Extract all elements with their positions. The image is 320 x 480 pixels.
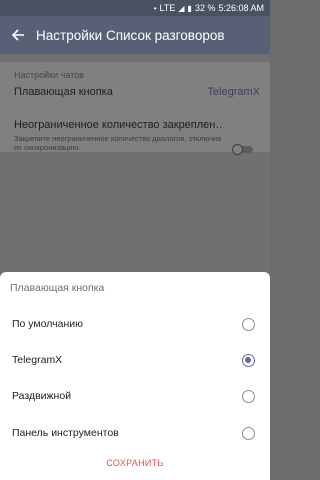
option-toolbar[interactable]: Панель инструментов xyxy=(0,418,270,448)
option-telegramx[interactable]: TelegramX xyxy=(0,345,270,375)
option-default[interactable]: По умолчанию xyxy=(0,309,270,339)
battery-level: 32 % xyxy=(194,3,216,13)
option-label: Раздвижной xyxy=(12,390,72,402)
radio-checked-icon[interactable] xyxy=(242,353,255,367)
notification-dot-icon: • xyxy=(153,3,157,13)
option-sliding[interactable]: Раздвижной xyxy=(0,381,270,411)
arrow-left-icon[interactable] xyxy=(0,16,36,54)
dialog-title: Плавающая кнопка xyxy=(10,282,105,294)
section-header: Настройки чатов xyxy=(14,70,84,80)
unlimited-pins-description: Закрепите неограниченное количество диал… xyxy=(14,134,222,152)
network-type: LTE xyxy=(159,3,176,13)
toggle-thumb xyxy=(232,144,243,155)
clock: 5:26:08 AM xyxy=(218,3,264,13)
floating-button-dialog: Плавающая кнопка По умолчанию TelegramX … xyxy=(0,272,270,480)
save-button[interactable]: СОХРАНИТЬ xyxy=(0,458,270,468)
floating-button-setting[interactable]: Плавающая кнопка xyxy=(14,86,113,98)
signal-icon: ◢ xyxy=(178,3,185,13)
floating-button-value: TelegramX xyxy=(207,86,260,98)
page-title: Настройки Список разговоров xyxy=(36,27,225,43)
radio-dot xyxy=(245,356,251,363)
unlimited-pins-toggle[interactable] xyxy=(232,144,254,155)
status-bar: • LTE ◢ ▮ 32 % 5:26:08 AM xyxy=(0,0,270,16)
unlimited-pins-setting[interactable]: Неограниченное количество закреплен… xyxy=(14,119,224,131)
radio-unchecked-icon[interactable] xyxy=(242,426,255,440)
option-label: TelegramX xyxy=(12,354,63,366)
option-label: Панель инструментов xyxy=(12,427,119,439)
option-label: По умолчанию xyxy=(12,318,84,330)
app-bar: Настройки Список разговоров xyxy=(0,16,270,54)
battery-icon: ▮ xyxy=(187,3,192,13)
radio-unchecked-icon[interactable] xyxy=(242,317,255,331)
radio-unchecked-icon[interactable] xyxy=(242,389,255,403)
